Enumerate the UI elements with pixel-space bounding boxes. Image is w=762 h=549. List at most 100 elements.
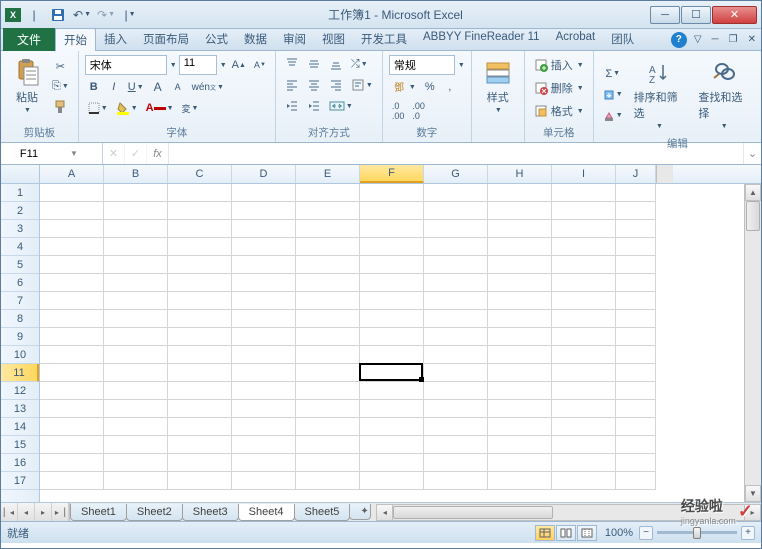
cell[interactable] bbox=[488, 346, 552, 364]
cell[interactable] bbox=[424, 472, 488, 490]
cell[interactable] bbox=[232, 274, 296, 292]
page-layout-view-button[interactable] bbox=[556, 525, 576, 541]
cell[interactable] bbox=[296, 256, 360, 274]
copy-button[interactable]: ⎘▼ bbox=[49, 78, 72, 96]
ribbon-tab[interactable]: Acrobat bbox=[548, 28, 604, 51]
cell[interactable] bbox=[232, 220, 296, 238]
hscroll-thumb[interactable] bbox=[393, 506, 553, 519]
cell[interactable] bbox=[424, 184, 488, 202]
cell[interactable] bbox=[488, 418, 552, 436]
cell[interactable] bbox=[360, 418, 424, 436]
cell[interactable] bbox=[488, 364, 552, 382]
column-header[interactable]: J bbox=[616, 165, 656, 183]
cell[interactable] bbox=[232, 202, 296, 220]
cell[interactable] bbox=[616, 184, 656, 202]
cell[interactable] bbox=[424, 220, 488, 238]
row-header[interactable]: 8 bbox=[1, 310, 39, 328]
first-sheet-button[interactable]: ▏◂ bbox=[1, 503, 18, 521]
align-bottom-button[interactable] bbox=[326, 55, 346, 73]
name-dropdown-icon[interactable]: ▼ bbox=[52, 149, 96, 158]
cell[interactable] bbox=[40, 418, 104, 436]
cell[interactable] bbox=[104, 472, 168, 490]
cell[interactable] bbox=[232, 292, 296, 310]
cell[interactable] bbox=[104, 256, 168, 274]
clear-button[interactable]: ▼ bbox=[600, 107, 626, 125]
cells-grid[interactable] bbox=[40, 184, 744, 502]
scroll-left-button[interactable]: ◂ bbox=[376, 504, 393, 521]
cell[interactable] bbox=[168, 346, 232, 364]
font-dropdown-icon[interactable]: ▼ bbox=[170, 62, 177, 69]
cell[interactable] bbox=[424, 346, 488, 364]
cell[interactable] bbox=[616, 364, 656, 382]
column-header[interactable]: I bbox=[552, 165, 616, 183]
ribbon-tab[interactable]: 开始 bbox=[55, 28, 96, 51]
column-header[interactable]: A bbox=[40, 165, 104, 183]
ribbon-tab[interactable]: 数据 bbox=[236, 28, 275, 51]
cell[interactable] bbox=[104, 418, 168, 436]
row-header[interactable]: 16 bbox=[1, 454, 39, 472]
font-shrink-button[interactable]: A bbox=[169, 78, 187, 96]
cell[interactable] bbox=[360, 346, 424, 364]
cell[interactable] bbox=[40, 274, 104, 292]
cell[interactable] bbox=[296, 238, 360, 256]
cell[interactable] bbox=[360, 256, 424, 274]
row-header[interactable]: 17 bbox=[1, 472, 39, 490]
cell[interactable] bbox=[360, 310, 424, 328]
row-header[interactable]: 15 bbox=[1, 436, 39, 454]
prev-sheet-button[interactable]: ◂ bbox=[18, 503, 35, 521]
number-format-select[interactable]: 常规 bbox=[389, 55, 455, 75]
cell[interactable] bbox=[296, 454, 360, 472]
cell[interactable] bbox=[104, 202, 168, 220]
cell[interactable] bbox=[488, 238, 552, 256]
cell[interactable] bbox=[104, 184, 168, 202]
cell[interactable] bbox=[552, 238, 616, 256]
cell[interactable] bbox=[168, 364, 232, 382]
cell[interactable] bbox=[104, 454, 168, 472]
cell[interactable] bbox=[488, 436, 552, 454]
ribbon-tab[interactable]: 页面布局 bbox=[135, 28, 197, 51]
zoom-thumb[interactable] bbox=[693, 527, 701, 539]
cell[interactable] bbox=[40, 328, 104, 346]
page-break-view-button[interactable] bbox=[577, 525, 597, 541]
cell[interactable] bbox=[232, 364, 296, 382]
cell[interactable] bbox=[488, 184, 552, 202]
cell[interactable] bbox=[616, 346, 656, 364]
align-top-button[interactable] bbox=[282, 55, 302, 73]
cell[interactable] bbox=[424, 382, 488, 400]
cell[interactable] bbox=[616, 274, 656, 292]
sort-filter-button[interactable]: AZ 排序和筛选 ▼ bbox=[628, 55, 691, 134]
name-box[interactable]: F11 ▼ bbox=[1, 143, 103, 164]
cell[interactable] bbox=[360, 382, 424, 400]
cell[interactable] bbox=[232, 418, 296, 436]
vscroll-track[interactable] bbox=[745, 201, 761, 485]
cell[interactable] bbox=[360, 220, 424, 238]
cut-button[interactable]: ✂ bbox=[49, 58, 72, 76]
cell[interactable] bbox=[360, 454, 424, 472]
ribbon-tab[interactable]: 视图 bbox=[314, 28, 353, 51]
cell[interactable] bbox=[616, 310, 656, 328]
cell[interactable] bbox=[552, 472, 616, 490]
cell[interactable] bbox=[168, 202, 232, 220]
cell[interactable] bbox=[488, 472, 552, 490]
cell[interactable] bbox=[552, 400, 616, 418]
last-sheet-button[interactable]: ▸▕ bbox=[52, 503, 69, 521]
cell[interactable] bbox=[296, 364, 360, 382]
cell[interactable] bbox=[488, 328, 552, 346]
ruby-button[interactable]: 変▼ bbox=[179, 99, 202, 117]
cell[interactable] bbox=[616, 202, 656, 220]
cell[interactable] bbox=[616, 292, 656, 310]
cell[interactable] bbox=[616, 382, 656, 400]
increase-decimal-button[interactable]: .0.00 bbox=[389, 99, 408, 123]
delete-cells-button[interactable]: 删除▼ bbox=[531, 78, 587, 98]
cell[interactable] bbox=[104, 382, 168, 400]
cell[interactable] bbox=[296, 436, 360, 454]
percent-button[interactable]: % bbox=[421, 78, 439, 96]
cell[interactable] bbox=[40, 238, 104, 256]
cell[interactable] bbox=[552, 418, 616, 436]
cell[interactable] bbox=[40, 364, 104, 382]
cell[interactable] bbox=[424, 238, 488, 256]
fill-button[interactable]: ▼ bbox=[600, 86, 626, 104]
cell[interactable] bbox=[232, 472, 296, 490]
insert-function-button[interactable]: fx bbox=[147, 143, 169, 164]
cell[interactable] bbox=[104, 292, 168, 310]
